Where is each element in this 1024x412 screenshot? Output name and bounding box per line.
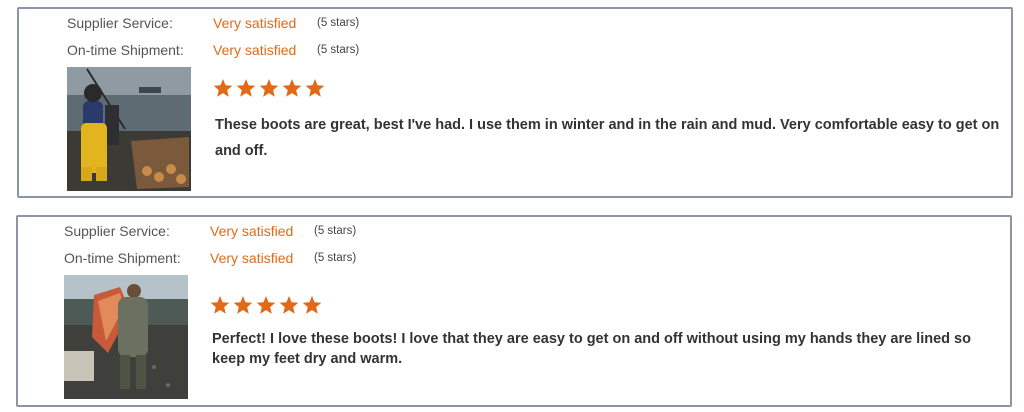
supplier-service-stars-note: (5 stars): [317, 17, 360, 29]
on-time-shipment-label: On-time Shipment:: [64, 250, 181, 266]
star-rating: [213, 79, 325, 98]
star-icon: [259, 79, 279, 97]
supplier-service-rating: Very satisfied: [210, 223, 294, 239]
review-text: These boots are great, best I've had. I …: [215, 117, 1000, 159]
review-text: Perfect! I love these boots! I love that…: [212, 331, 971, 367]
review-card: Supplier Service: Very satisfied (5 star…: [16, 215, 1012, 407]
supplier-service-rating: Very satisfied: [213, 15, 297, 31]
star-icon: [236, 79, 256, 97]
supplier-service-stars-note: (5 stars): [314, 225, 357, 237]
star-icon: [210, 296, 230, 314]
star-rating: [210, 296, 322, 315]
star-icon: [282, 79, 302, 97]
on-time-shipment-label: On-time Shipment:: [67, 42, 184, 58]
supplier-service-label: Supplier Service:: [64, 223, 170, 239]
on-time-shipment-stars-note: (5 stars): [314, 252, 357, 264]
on-time-shipment-rating: Very satisfied: [213, 42, 297, 58]
on-time-shipment-stars-note: (5 stars): [317, 44, 360, 56]
star-icon: [256, 296, 276, 314]
star-icon: [233, 296, 253, 314]
star-icon: [279, 296, 299, 314]
star-icon: [213, 79, 233, 97]
review-photo[interactable]: [67, 67, 191, 191]
on-time-shipment-rating: Very satisfied: [210, 250, 294, 266]
review-card: Supplier Service: Very satisfied (5 star…: [17, 7, 1013, 198]
review-photo[interactable]: [64, 275, 188, 399]
star-icon: [305, 79, 325, 97]
supplier-service-label: Supplier Service:: [67, 15, 173, 31]
star-icon: [302, 296, 322, 314]
